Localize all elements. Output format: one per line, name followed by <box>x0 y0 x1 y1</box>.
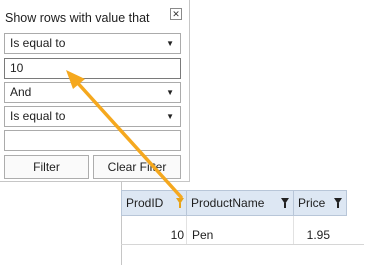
operator-select-2[interactable]: Is equal to ▼ <box>4 106 181 127</box>
cell-productname[interactable]: Pen <box>192 226 290 244</box>
row-divider <box>121 244 364 245</box>
operator-select-1-value: Is equal to <box>10 36 66 50</box>
funnel-icon[interactable] <box>334 198 342 208</box>
grid-column-divider <box>186 216 187 244</box>
column-header-label: Price <box>298 196 326 210</box>
logic-operator-select[interactable]: And ▼ <box>4 82 181 103</box>
cell-price[interactable]: 1.95 <box>294 226 330 244</box>
clear-filter-button[interactable]: Clear Filter <box>93 155 181 179</box>
column-header-productname[interactable]: ProductName <box>186 190 294 216</box>
column-header-label: ProdID <box>126 196 164 210</box>
funnel-icon[interactable] <box>176 198 184 208</box>
cell-prodid[interactable]: 10 <box>122 226 184 244</box>
popup-title: Show rows with value that <box>5 11 150 25</box>
column-header-prodid[interactable]: ProdID <box>121 190 187 216</box>
close-icon[interactable]: ✕ <box>170 8 182 20</box>
operator-select-2-value: Is equal to <box>10 109 66 123</box>
chevron-down-icon: ▼ <box>166 39 174 48</box>
filter-popup: Show rows with value that ✕ Is equal to … <box>0 0 190 182</box>
column-header-label: ProductName <box>191 196 265 210</box>
operator-select-1[interactable]: Is equal to ▼ <box>4 33 181 54</box>
chevron-down-icon: ▼ <box>166 112 174 121</box>
funnel-icon[interactable] <box>281 198 289 208</box>
filter-button[interactable]: Filter <box>4 155 89 179</box>
chevron-down-icon: ▼ <box>166 88 174 97</box>
filter-value-input[interactable]: 10 <box>4 58 181 79</box>
logic-operator-value: And <box>10 85 32 99</box>
filter-value-input-2[interactable] <box>4 130 181 151</box>
column-header-price[interactable]: Price <box>293 190 347 216</box>
